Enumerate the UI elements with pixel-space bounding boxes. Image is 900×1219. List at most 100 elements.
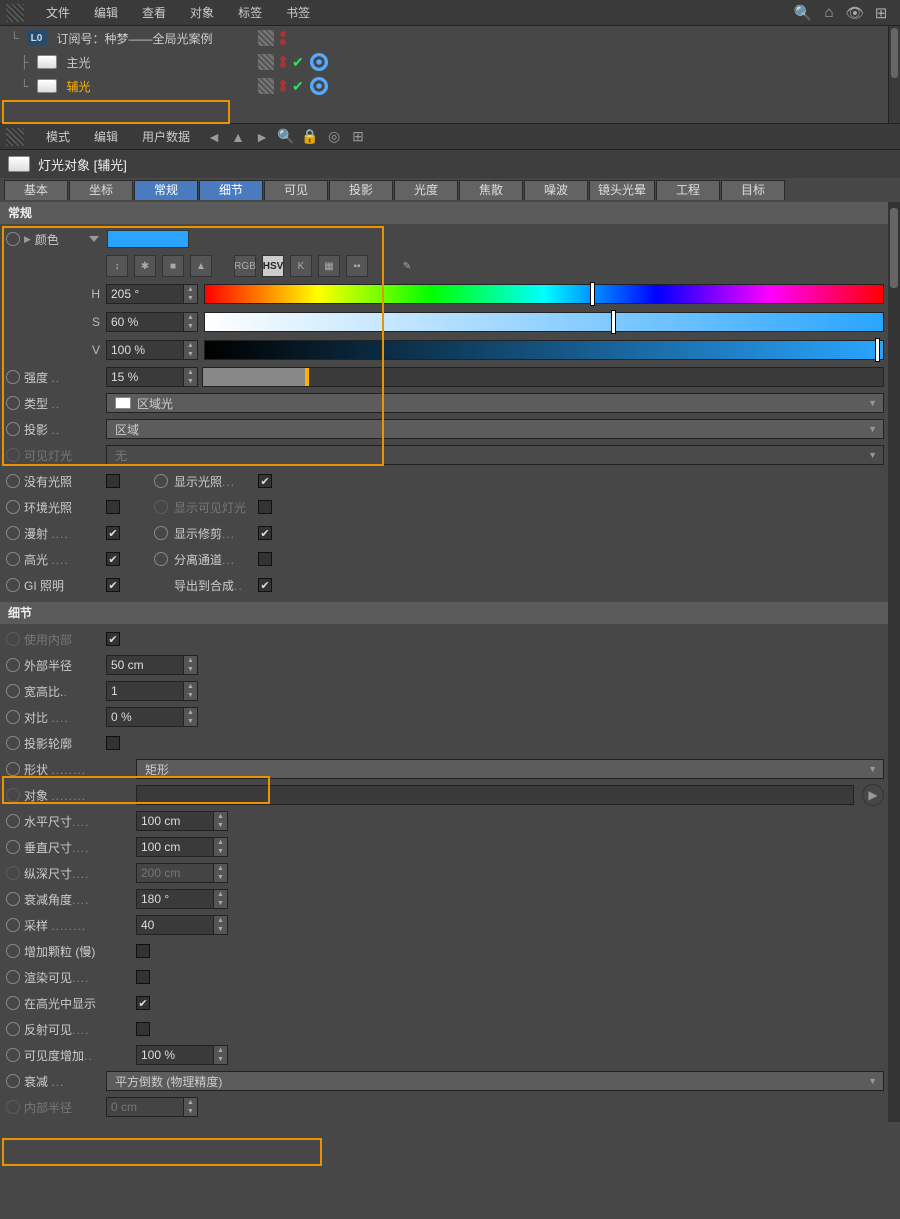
check-spec[interactable]: ✔	[106, 552, 120, 566]
tab-detail[interactable]: 细节	[199, 180, 263, 200]
color-swatch[interactable]	[107, 230, 189, 248]
check-shadowoutline[interactable]	[106, 736, 120, 750]
check-ambient[interactable]	[106, 500, 120, 514]
menu-edit[interactable]: 编辑	[82, 0, 130, 26]
tree-item-fill-light[interactable]: 辅光	[63, 78, 95, 95]
menu-file[interactable]: 文件	[34, 0, 82, 26]
palette-wheel-icon[interactable]: ✱	[134, 255, 156, 277]
eyedropper-icon[interactable]: ✎	[396, 255, 418, 277]
dropdown-icon[interactable]	[89, 236, 99, 242]
anim-dot[interactable]	[6, 552, 20, 566]
tab-general[interactable]: 常规	[134, 180, 198, 200]
anim-dot[interactable]	[6, 762, 20, 776]
anim-dot[interactable]	[6, 422, 20, 436]
anim-dot[interactable]	[154, 526, 168, 540]
menu-mode[interactable]: 模式	[34, 124, 82, 150]
search-icon[interactable]: 🔍	[277, 128, 295, 146]
menu-userdata[interactable]: 用户数据	[130, 124, 202, 150]
tree-item-main-light[interactable]: 主光	[63, 54, 95, 71]
expand-icon[interactable]: ⊞	[871, 3, 891, 23]
tab-lens[interactable]: 镜头光晕	[589, 180, 655, 200]
input-aspect[interactable]: ▲▼	[106, 681, 198, 701]
slider-hue[interactable]	[204, 284, 884, 304]
tab-basic[interactable]: 基本	[4, 180, 68, 200]
anim-dot[interactable]	[6, 526, 20, 540]
nav-up-icon[interactable]: ▲	[229, 128, 247, 146]
anim-dot[interactable]	[6, 918, 20, 932]
tab-shadow[interactable]: 投影	[329, 180, 393, 200]
nav-back-icon[interactable]: ◄	[205, 128, 223, 146]
slider-intensity[interactable]	[202, 367, 884, 387]
check-showspec[interactable]: ✔	[136, 996, 150, 1010]
anim-dot[interactable]	[6, 658, 20, 672]
mode-kelvin[interactable]: K	[290, 255, 312, 277]
mode-swatches-icon[interactable]: ▪▪	[346, 255, 368, 277]
anim-dot[interactable]	[6, 1048, 20, 1062]
select-shape[interactable]: 矩形▼	[136, 759, 884, 779]
check-showclip[interactable]: ✔	[258, 526, 272, 540]
target-icon[interactable]: ◎	[325, 128, 343, 146]
search-icon[interactable]: 🔍	[793, 3, 813, 23]
check-gi[interactable]: ✔	[106, 578, 120, 592]
input-contrast[interactable]: ▲▼	[106, 707, 198, 727]
select-falloff[interactable]: 平方倒数 (物理精度)▼	[106, 1071, 884, 1091]
eye-icon[interactable]: 👁	[845, 3, 865, 23]
anim-dot[interactable]	[6, 710, 20, 724]
tab-photometric[interactable]: 光度	[394, 180, 458, 200]
object-tree[interactable]: └ L0 订阅号：种梦——全局光案例 ├ 主光 └ 辅光 ✔ ✔	[0, 26, 900, 124]
check-showillum[interactable]: ✔	[258, 474, 272, 488]
menu-tags[interactable]: 标签	[226, 0, 274, 26]
anim-dot[interactable]	[6, 684, 20, 698]
menu-view[interactable]: 查看	[130, 0, 178, 26]
anim-dot[interactable]	[6, 970, 20, 984]
anim-dot[interactable]	[154, 552, 168, 566]
input-object[interactable]	[136, 785, 854, 805]
anim-dot[interactable]	[6, 1074, 20, 1088]
mode-rgb[interactable]: RGB	[234, 255, 256, 277]
input-intensity[interactable]: ▲▼	[106, 367, 198, 387]
palette-picture-icon[interactable]: ▲	[190, 255, 212, 277]
check-rendervis[interactable]	[136, 970, 150, 984]
menu-object[interactable]: 对象	[178, 0, 226, 26]
lock-icon[interactable]: 🔒	[301, 128, 319, 146]
home-icon[interactable]: ⌂	[819, 3, 839, 23]
select-shadow[interactable]: 区域▼	[106, 419, 884, 439]
check-export[interactable]: ✔	[258, 578, 272, 592]
expand-icon[interactable]: ⊞	[349, 128, 367, 146]
slider-val[interactable]	[204, 340, 884, 360]
check-noillum[interactable]	[106, 474, 120, 488]
anim-dot[interactable]	[6, 944, 20, 958]
anim-dot[interactable]	[6, 736, 20, 750]
object-tree-scrollbar[interactable]	[888, 26, 900, 123]
anim-dot[interactable]	[6, 1022, 20, 1036]
check-grain[interactable]	[136, 944, 150, 958]
check-diffuse[interactable]: ✔	[106, 526, 120, 540]
tab-noise[interactable]: 噪波	[524, 180, 588, 200]
input-vismult[interactable]: ▲▼	[136, 1045, 228, 1065]
tab-coord[interactable]: 坐标	[69, 180, 133, 200]
tag-icon[interactable]	[258, 54, 274, 70]
input-outerradius[interactable]: ▲▼	[106, 655, 198, 675]
anim-dot[interactable]	[6, 500, 20, 514]
nav-fwd-icon[interactable]: ►	[253, 128, 271, 146]
tree-item-root[interactable]: 订阅号：种梦——全局光案例	[53, 30, 217, 47]
menu-edit2[interactable]: 编辑	[82, 124, 130, 150]
anim-dot[interactable]	[6, 840, 20, 854]
mode-hsv[interactable]: HSV	[262, 255, 284, 277]
check-sepchan[interactable]	[258, 552, 272, 566]
menu-bookmarks[interactable]: 书签	[274, 0, 322, 26]
input-hue[interactable]: ▲▼	[106, 284, 198, 304]
tab-visible[interactable]: 可见	[264, 180, 328, 200]
input-samples[interactable]: ▲▼	[136, 915, 228, 935]
target-tag-icon[interactable]	[310, 77, 328, 95]
anim-dot[interactable]	[6, 578, 20, 592]
target-tag-icon[interactable]	[310, 53, 328, 71]
anim-dot[interactable]	[6, 396, 20, 410]
anim-dot[interactable]	[6, 996, 20, 1010]
select-type[interactable]: 区域光▼	[106, 393, 884, 413]
input-falloffangle[interactable]: ▲▼	[136, 889, 228, 909]
input-sat[interactable]: ▲▼	[106, 312, 198, 332]
anim-dot[interactable]	[6, 370, 20, 384]
palette-spectrum-icon[interactable]: ■	[162, 255, 184, 277]
input-vsize[interactable]: ▲▼	[136, 837, 228, 857]
